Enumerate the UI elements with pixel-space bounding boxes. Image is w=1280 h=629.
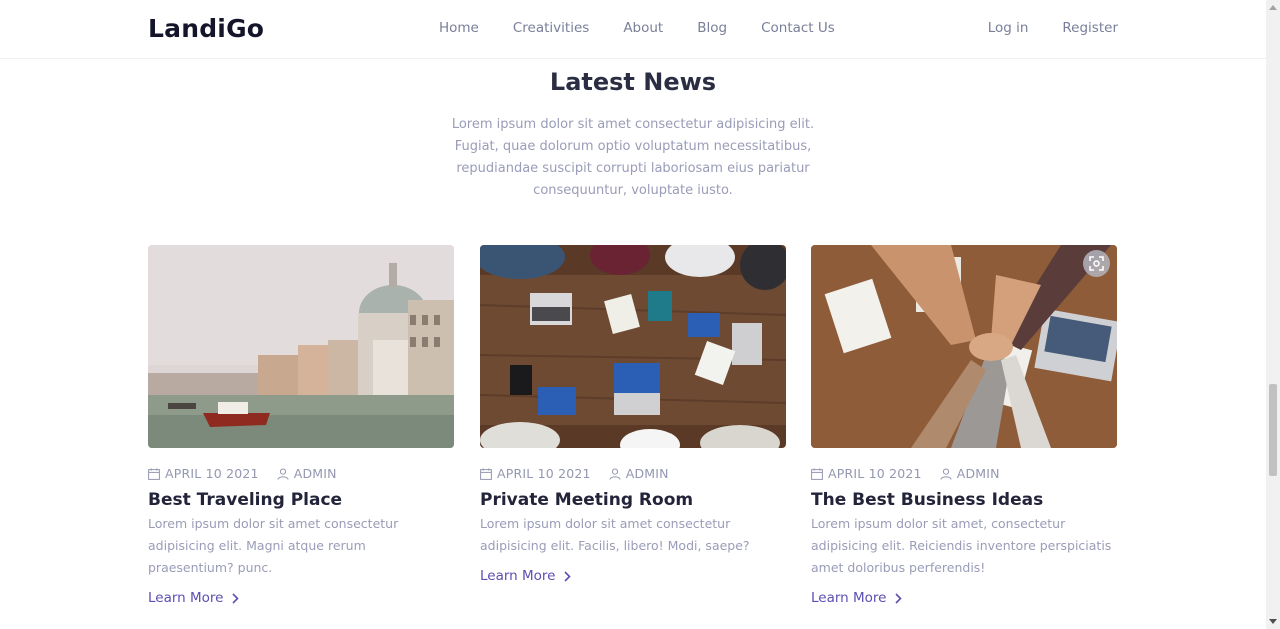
post-author-text: ADMIN [956, 466, 1000, 481]
meeting-table-image[interactable] [480, 245, 786, 448]
post-author: ADMIN [277, 466, 337, 481]
user-icon [277, 468, 289, 480]
nav-home[interactable]: Home [439, 20, 479, 36]
chevron-right-icon [894, 592, 902, 604]
lens-icon [1089, 256, 1104, 271]
post-meta: APRIL 10 2021 ADMIN [811, 466, 1117, 481]
news-card: APRIL 10 2021 ADMIN Private Meeting Room… [480, 245, 786, 584]
site-header: LandiGo Home Creativities About Blog Con… [0, 0, 1266, 59]
nav-contact-us[interactable]: Contact Us [761, 20, 835, 36]
register-link[interactable]: Register [1062, 20, 1118, 36]
post-excerpt: Lorem ipsum dolor sit amet consectetur a… [148, 516, 399, 575]
auth-links: Log in Register [988, 20, 1118, 36]
learn-more-link[interactable]: Learn More [811, 590, 902, 606]
user-icon [609, 468, 621, 480]
post-author-text: ADMIN [625, 466, 669, 481]
user-icon [940, 468, 952, 480]
news-card: APRIL 10 2021 ADMIN Best Traveling Place… [148, 245, 454, 606]
calendar-icon [148, 467, 160, 480]
post-date-text: APRIL 10 2021 [828, 466, 922, 481]
brand-logo[interactable]: LandiGo [148, 14, 264, 43]
team-hands-image[interactable] [811, 245, 1117, 448]
scroll-down-arrow-icon[interactable] [1269, 619, 1277, 624]
learn-more-label: Learn More [811, 590, 887, 606]
post-excerpt: Lorem ipsum dolor sit amet consectetur a… [480, 516, 750, 553]
news-card: APRIL 10 2021 ADMIN The Best Business Id… [811, 245, 1117, 606]
calendar-icon [811, 467, 823, 480]
post-excerpt: Lorem ipsum dolor sit amet, consectetur … [811, 516, 1112, 575]
learn-more-link[interactable]: Learn More [148, 590, 239, 606]
login-link[interactable]: Log in [988, 20, 1029, 36]
section-title: Latest News [549, 68, 717, 96]
nav-blog[interactable]: Blog [697, 20, 727, 36]
learn-more-label: Learn More [148, 590, 224, 606]
post-date-text: APRIL 10 2021 [165, 466, 259, 481]
post-date: APRIL 10 2021 [148, 466, 259, 481]
post-title[interactable]: Private Meeting Room [480, 490, 786, 510]
learn-more-link[interactable]: Learn More [480, 568, 571, 584]
post-title[interactable]: Best Traveling Place [148, 490, 454, 510]
nav-about[interactable]: About [623, 20, 663, 36]
post-meta: APRIL 10 2021 ADMIN [480, 466, 786, 481]
venice-canal-image[interactable] [148, 245, 454, 448]
main-nav: Home Creativities About Blog Contact Us [439, 20, 835, 36]
page-scrollbar[interactable] [1266, 0, 1280, 629]
post-author: ADMIN [609, 466, 669, 481]
post-meta: APRIL 10 2021 ADMIN [148, 466, 454, 481]
post-author-text: ADMIN [293, 466, 337, 481]
scroll-thumb[interactable] [1269, 384, 1277, 476]
post-date: APRIL 10 2021 [480, 466, 591, 481]
post-author: ADMIN [940, 466, 1000, 481]
scroll-up-arrow-icon[interactable] [1269, 5, 1277, 10]
visual-search-button[interactable] [1083, 250, 1110, 277]
learn-more-label: Learn More [480, 568, 556, 584]
nav-creativities[interactable]: Creativities [513, 20, 589, 36]
post-date: APRIL 10 2021 [811, 466, 922, 481]
section-intro: Lorem ipsum dolor sit amet consectetur a… [451, 117, 815, 198]
calendar-icon [480, 467, 492, 480]
post-date-text: APRIL 10 2021 [497, 466, 591, 481]
chevron-right-icon [563, 570, 571, 582]
post-title[interactable]: The Best Business Ideas [811, 490, 1117, 510]
chevron-right-icon [231, 592, 239, 604]
